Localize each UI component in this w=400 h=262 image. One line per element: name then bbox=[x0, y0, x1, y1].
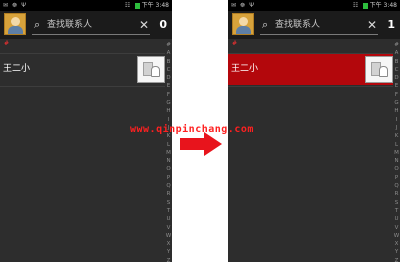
index-letter[interactable]: N bbox=[165, 157, 172, 165]
battery-icon bbox=[362, 2, 368, 9]
index-letter[interactable]: V bbox=[165, 224, 172, 232]
clear-icon[interactable]: ✕ bbox=[139, 16, 149, 34]
index-letter[interactable]: Q bbox=[393, 182, 400, 190]
index-letter[interactable]: M bbox=[393, 149, 400, 157]
index-letter[interactable]: Z bbox=[393, 257, 400, 262]
index-letter[interactable]: Z bbox=[165, 257, 172, 262]
contact-card-icon[interactable] bbox=[137, 56, 165, 83]
index-letter[interactable]: Q bbox=[165, 182, 172, 190]
index-letter[interactable]: C bbox=[393, 66, 400, 74]
status-bar: ✉ ☸ Ψ ☷ 下午 3:48 bbox=[228, 0, 400, 11]
index-letter[interactable]: P bbox=[165, 174, 172, 182]
status-time: 下午 3:48 bbox=[141, 2, 169, 9]
index-letter[interactable]: X bbox=[165, 240, 172, 248]
index-letter[interactable]: W bbox=[165, 232, 172, 240]
index-letter[interactable]: R bbox=[393, 190, 400, 198]
index-letter[interactable]: D bbox=[393, 74, 400, 82]
selected-count: 1 bbox=[387, 18, 395, 31]
index-letter[interactable]: H bbox=[393, 107, 400, 115]
index-letter[interactable]: I bbox=[165, 116, 172, 124]
index-letter[interactable]: H bbox=[165, 107, 172, 115]
index-letter[interactable]: A bbox=[393, 49, 400, 57]
index-letter[interactable]: L bbox=[165, 141, 172, 149]
index-letter[interactable]: F bbox=[393, 91, 400, 99]
index-letter[interactable]: B bbox=[165, 58, 172, 66]
clear-icon[interactable]: ✕ bbox=[367, 16, 377, 34]
search-icon: ⌕ bbox=[262, 18, 269, 31]
contacts-header: ⌕ ✕ 0 bbox=[0, 11, 172, 39]
index-letter[interactable]: X bbox=[393, 240, 400, 248]
search-box[interactable]: ⌕ ✕ bbox=[32, 16, 150, 35]
index-letter[interactable]: # bbox=[165, 41, 172, 49]
index-letter[interactable]: K bbox=[393, 132, 400, 140]
arrow-right-icon bbox=[180, 132, 222, 156]
contact-row-selected[interactable]: 王二小 bbox=[228, 54, 393, 85]
search-icon: ⌕ bbox=[34, 18, 41, 31]
battery-icon bbox=[134, 2, 140, 9]
index-letter[interactable]: B bbox=[393, 58, 400, 66]
notification-icons: ✉ ☸ Ψ bbox=[3, 2, 27, 9]
alphabet-index[interactable]: # A B C D E F G H I J K L M N O P Q R S T U V W X Y Z bbox=[393, 41, 400, 262]
contacts-header: ⌕ ✕ 1 bbox=[228, 11, 400, 39]
section-header: # bbox=[232, 40, 238, 47]
search-input[interactable] bbox=[275, 16, 361, 34]
index-letter[interactable]: D bbox=[165, 74, 172, 82]
index-letter[interactable]: A bbox=[165, 49, 172, 57]
index-letter[interactable]: L bbox=[393, 141, 400, 149]
selected-count: 0 bbox=[159, 18, 167, 31]
index-letter[interactable]: S bbox=[393, 199, 400, 207]
index-letter[interactable]: G bbox=[165, 99, 172, 107]
contacts-avatar-icon[interactable] bbox=[232, 13, 254, 35]
status-time: 下午 3:48 bbox=[369, 2, 397, 9]
index-letter[interactable]: T bbox=[393, 207, 400, 215]
index-letter[interactable]: E bbox=[393, 82, 400, 90]
index-letter[interactable]: # bbox=[393, 41, 400, 49]
index-letter[interactable]: J bbox=[393, 124, 400, 132]
contacts-avatar-icon[interactable] bbox=[4, 13, 26, 35]
index-letter[interactable]: O bbox=[165, 165, 172, 173]
index-letter[interactable]: V bbox=[393, 224, 400, 232]
contact-card-icon[interactable] bbox=[365, 56, 393, 83]
watermark-text: www.qinpinchang.com bbox=[130, 124, 254, 135]
signal-icon: ☷ bbox=[124, 2, 131, 9]
contact-row[interactable]: 王二小 bbox=[0, 54, 165, 85]
contact-name: 王二小 bbox=[231, 64, 259, 74]
index-letter[interactable]: C bbox=[165, 66, 172, 74]
search-input[interactable] bbox=[47, 16, 133, 34]
index-letter[interactable]: N bbox=[393, 157, 400, 165]
search-box[interactable]: ⌕ ✕ bbox=[260, 16, 378, 35]
index-letter[interactable]: R bbox=[165, 190, 172, 198]
index-letter[interactable]: Y bbox=[165, 248, 172, 256]
index-letter[interactable]: W bbox=[393, 232, 400, 240]
index-letter[interactable]: F bbox=[165, 91, 172, 99]
index-letter[interactable]: G bbox=[393, 99, 400, 107]
index-letter[interactable]: O bbox=[393, 165, 400, 173]
index-letter[interactable]: I bbox=[393, 116, 400, 124]
index-letter[interactable]: Y bbox=[393, 248, 400, 256]
index-letter[interactable]: P bbox=[393, 174, 400, 182]
index-letter[interactable]: U bbox=[165, 215, 172, 223]
divider bbox=[228, 86, 393, 87]
section-header: # bbox=[4, 40, 10, 47]
divider bbox=[0, 86, 165, 87]
notification-icons: ✉ ☸ Ψ bbox=[231, 2, 255, 9]
index-letter[interactable]: T bbox=[165, 207, 172, 215]
contact-name: 王二小 bbox=[3, 64, 31, 74]
status-bar: ✉ ☸ Ψ ☷ 下午 3:48 bbox=[0, 0, 172, 11]
index-letter[interactable]: S bbox=[165, 199, 172, 207]
index-letter[interactable]: E bbox=[165, 82, 172, 90]
index-letter[interactable]: U bbox=[393, 215, 400, 223]
signal-icon: ☷ bbox=[352, 2, 359, 9]
alphabet-index[interactable]: # A B C D E F G H I J K L M N O P Q R S T U V W X Y Z bbox=[165, 41, 172, 262]
index-letter[interactable]: M bbox=[165, 149, 172, 157]
